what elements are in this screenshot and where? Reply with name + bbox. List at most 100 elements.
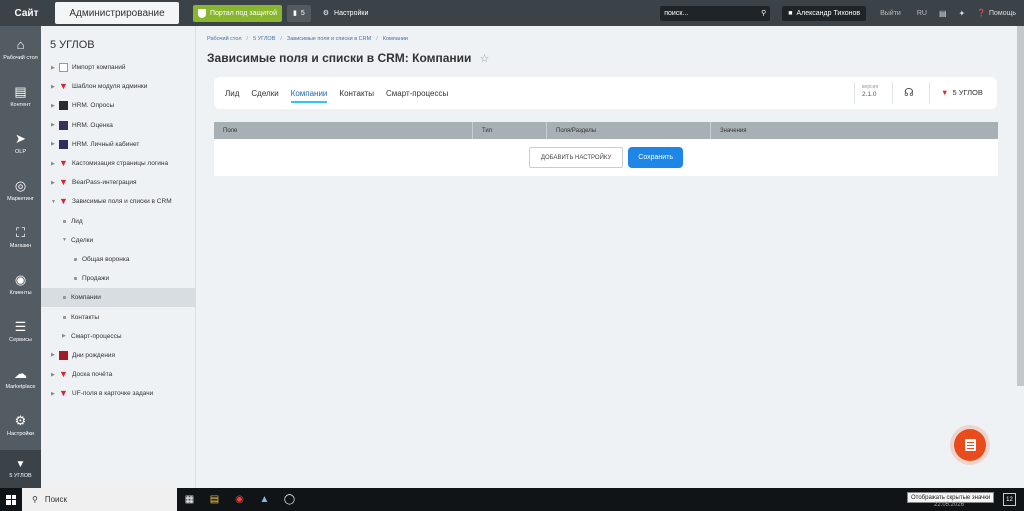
chevron-right-icon[interactable]: ▶ <box>51 84 55 90</box>
explorer-icon[interactable]: ▤ <box>202 488 227 511</box>
task-view-icon[interactable]: ▦ <box>177 488 202 511</box>
chevron-right-icon[interactable]: ▶ <box>51 352 55 358</box>
taskbar-search-input[interactable]: ⚲ Поиск <box>22 488 177 511</box>
nav-label: OLP <box>14 149 26 156</box>
chevron-right-icon[interactable]: ▶ <box>62 333 66 339</box>
pin-icon[interactable]: ✦ <box>959 9 966 18</box>
chevron-right-icon[interactable]: ▶ <box>51 103 55 109</box>
bullet-icon <box>74 257 77 261</box>
sidebar-item[interactable]: Продажи <box>41 269 196 288</box>
breadcrumb-item[interactable]: Зависимые поля и списки в CRM <box>287 36 371 42</box>
sidebar-item-label: Общая воронка <box>82 255 130 263</box>
chevron-down-icon[interactable]: ▼ <box>62 237 67 243</box>
search-icon: ⚲ <box>761 10 767 17</box>
site-button[interactable]: Сайт <box>0 0 53 26</box>
sidebar-item[interactable]: ▶ ▼ Доска почёта <box>41 365 196 384</box>
taskbar-search-placeholder: Поиск <box>44 495 68 504</box>
add-setting-button[interactable]: ДОБАВИТЬ НАСТРОЙКУ <box>528 147 624 168</box>
notification-center-icon[interactable]: 12 <box>1003 493 1016 506</box>
nav-olp[interactable]: ➤ OLP <box>0 120 41 167</box>
nav-services[interactable]: ☰ Сервисы <box>0 308 41 355</box>
chevron-right-icon[interactable]: ▶ <box>51 141 55 147</box>
nav-marketing[interactable]: ◎ Маркетинг <box>0 167 41 214</box>
sidebar-item[interactable]: ▶ Дни рождения <box>41 346 196 365</box>
divider <box>854 82 855 104</box>
user-button[interactable]: ■ Александр Тихонов <box>782 5 867 21</box>
divider <box>929 82 930 104</box>
headset-icon[interactable]: ☊ <box>904 86 914 99</box>
language-select[interactable]: RU <box>917 10 927 17</box>
sidebar-item[interactable]: ▼ Сделки <box>41 231 196 250</box>
sidebar-item[interactable]: ▼ ▼ Зависимые поля и списки в CRM <box>41 192 196 211</box>
tab-companies[interactable]: Компании <box>290 77 327 109</box>
breadcrumb-item[interactable]: 5 УГЛОВ <box>253 36 275 42</box>
nav-settings[interactable]: ⚙ Настройки <box>0 402 41 449</box>
gear-icon: ⚙ <box>14 413 27 429</box>
logout-link[interactable]: Выйти <box>880 10 901 17</box>
windows-start-icon[interactable] <box>0 488 22 511</box>
sidebar-item[interactable]: ▶ HRM. Опросы <box>41 96 196 115</box>
star-icon[interactable]: ☆ <box>479 52 489 65</box>
sidebar-item[interactable]: ▶ ▼ BearPass-интеграция <box>41 173 196 192</box>
sidebar-item[interactable]: Лид <box>41 212 196 231</box>
sidebar-item[interactable]: ▶ ▼ UF-поля в карточке задачи <box>41 384 196 403</box>
home-icon: ⌂ <box>16 37 25 53</box>
hrm-rating-icon <box>59 120 68 130</box>
sidebar-item[interactable]: ▶ HRM. Оценка <box>41 116 196 135</box>
main-content: Рабочий стол / 5 УГЛОВ / Зависимые поля и … <box>196 26 1024 488</box>
column-header: Поле <box>214 122 473 139</box>
feedback-button[interactable] <box>954 429 986 461</box>
column-header: Поля/Разделы <box>547 122 711 139</box>
nav-label: Маркетинг <box>7 196 34 203</box>
chevron-right-icon[interactable]: ▶ <box>51 122 55 128</box>
notifications-button[interactable]: ▮ 5 <box>286 4 311 22</box>
chrome-icon[interactable]: ◉ <box>227 488 252 511</box>
breadcrumb-item: Компании <box>382 36 408 42</box>
brand-link[interactable]: ▼ 5 УГЛОВ <box>941 88 983 97</box>
sidebar-item[interactable]: Компании <box>41 288 196 308</box>
chevron-right-icon[interactable]: ▶ <box>51 161 55 167</box>
obs-icon[interactable]: ◯ <box>277 488 302 511</box>
chevron-right-icon[interactable]: ▶ <box>51 65 55 71</box>
sidebar-item[interactable]: ▶ HRM. Личный кабинет <box>41 135 196 154</box>
sidebar-item-label: UF-поля в карточке задачи <box>72 390 154 398</box>
sidebar-item[interactable]: ▶ ▼ Кастомизация страницы логина <box>41 154 196 173</box>
breadcrumb-item[interactable]: Рабочий стол <box>207 36 242 42</box>
search-input[interactable]: поиск... ⚲ <box>660 5 771 21</box>
admin-button[interactable]: Администрирование <box>55 2 179 24</box>
brand-icon: ▼ <box>59 369 68 380</box>
tab-smart-processes[interactable]: Смарт-процессы <box>386 77 448 109</box>
file-icon <box>59 63 68 73</box>
sidebar: 5 УГЛОВ ▶ Импорт компаний ▶ ▼ Шаблон модуля … <box>41 26 196 488</box>
nav-clients[interactable]: ◉ Клиенты <box>0 261 41 308</box>
sidebar-item[interactable]: ▶ Импорт компаний <box>41 58 196 77</box>
chevron-right-icon[interactable]: ▶ <box>51 391 55 397</box>
tab-lead[interactable]: Лид <box>225 77 239 109</box>
breadcrumb: Рабочий стол / 5 УГЛОВ / Зависимые поля и … <box>207 36 408 42</box>
sidebar-item-label: HRM. Опросы <box>72 102 115 110</box>
nav-5ugolov[interactable]: ▼ 5 УГЛОВ <box>0 450 41 488</box>
nav-desktop[interactable]: ⌂ Рабочий стол <box>0 26 41 73</box>
scrollbar[interactable] <box>1017 26 1024 386</box>
panel-toggle-icon[interactable]: ▤ <box>939 9 947 18</box>
save-button[interactable]: Сохранить <box>628 147 684 168</box>
help-icon: ❓ <box>977 10 986 17</box>
sidebar-item-label: Компании <box>71 294 101 302</box>
app-icon[interactable]: ▲ <box>252 488 277 511</box>
sidebar-item[interactable]: ▶ ▼ Шаблон модуля админки <box>41 77 196 96</box>
settings-link[interactable]: ⚙ Настройки <box>323 9 369 18</box>
help-link[interactable]: ❓ Помощь <box>977 9 1016 18</box>
tab-contacts[interactable]: Контакты <box>339 77 374 109</box>
chevron-right-icon[interactable]: ▶ <box>51 180 55 186</box>
nav-shop[interactable]: ⛶ Магазин <box>0 214 41 261</box>
nav-content[interactable]: ▤ Контент <box>0 73 41 120</box>
tab-deals[interactable]: Сделки <box>251 77 278 109</box>
sidebar-item[interactable]: Общая воронка <box>41 250 196 269</box>
sidebar-item[interactable]: Контакты <box>41 307 196 326</box>
protect-button[interactable]: Портал под защитой <box>193 4 282 22</box>
nav-marketplace[interactable]: ☁ Marketplace <box>0 355 41 402</box>
basket-icon: ⛶ <box>15 225 26 241</box>
chevron-right-icon[interactable]: ▶ <box>51 372 55 378</box>
chevron-down-icon[interactable]: ▼ <box>51 199 56 205</box>
sidebar-item[interactable]: ▶ Смарт-процессы <box>41 327 196 346</box>
